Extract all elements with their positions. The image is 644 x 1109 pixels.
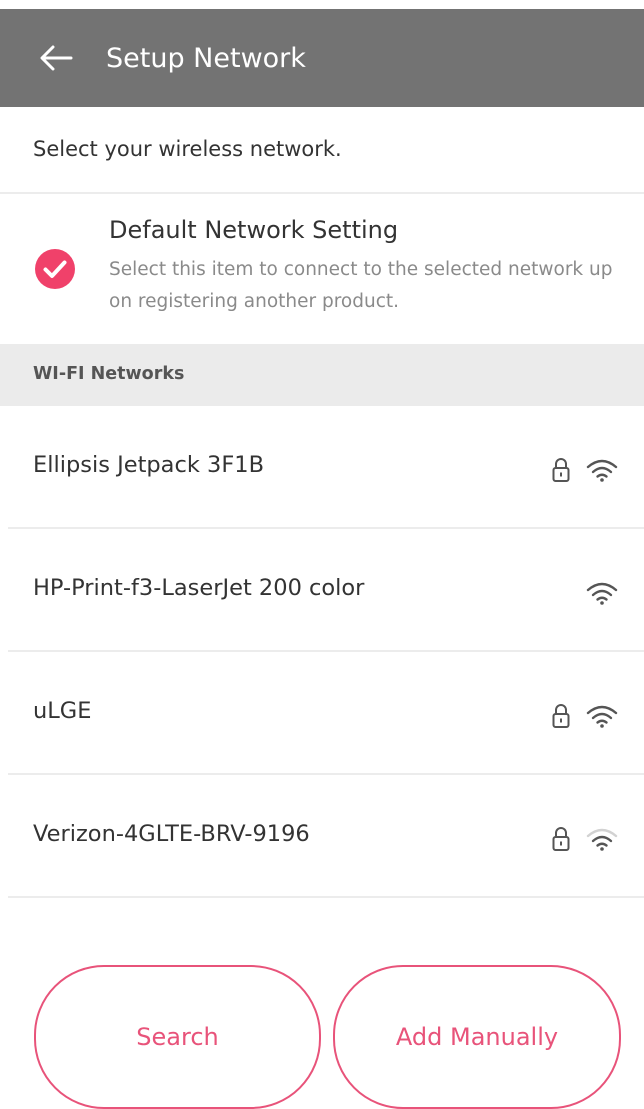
- search-button[interactable]: Search: [34, 965, 321, 1109]
- add-manually-button[interactable]: Add Manually: [333, 965, 621, 1109]
- network-row[interactable]: uLGE: [0, 652, 644, 775]
- default-network-setting[interactable]: Default Network Setting Select this item…: [0, 194, 644, 344]
- network-row[interactable]: HP-Print-f3-LaserJet 200 color: [0, 529, 644, 652]
- wifi-icon: [586, 705, 618, 728]
- status-bar-area: [0, 0, 644, 9]
- network-name: uLGE: [33, 698, 92, 724]
- lock-icon: [552, 704, 570, 728]
- default-setting-title: Default Network Setting: [109, 216, 399, 244]
- wifi-section-header: WI-FI Networks: [0, 344, 644, 406]
- wifi-icon: [586, 828, 618, 851]
- wifi-section-title: WI-FI Networks: [33, 364, 185, 384]
- back-button[interactable]: [30, 32, 82, 84]
- network-name: HP-Print-f3-LaserJet 200 color: [33, 575, 365, 601]
- lock-icon: [552, 827, 570, 851]
- intro-section: Select your wireless network.: [0, 107, 644, 194]
- arrow-left-icon: [40, 45, 73, 71]
- network-row[interactable]: Ellipsis Jetpack 3F1B: [0, 406, 644, 529]
- search-button-label: Search: [136, 1023, 219, 1051]
- add-manually-button-label: Add Manually: [395, 1023, 559, 1051]
- network-row[interactable]: Verizon-4GLTE-BRV-9196: [0, 775, 644, 898]
- default-setting-description: Select this item to connect to the selec…: [109, 259, 613, 312]
- app-bar: Setup Network: [0, 9, 644, 107]
- network-name: Verizon-4GLTE-BRV-9196: [33, 821, 310, 847]
- page-title: Setup Network: [106, 42, 306, 74]
- wifi-icon: [586, 459, 618, 482]
- network-name: Ellipsis Jetpack 3F1B: [33, 452, 265, 478]
- wifi-icon: [586, 582, 618, 605]
- check-circle-icon[interactable]: [35, 249, 75, 289]
- network-list: Ellipsis Jetpack 3F1B HP-Print-f3-LaserJ…: [0, 406, 644, 898]
- intro-text: Select your wireless network.: [33, 137, 342, 161]
- lock-icon: [552, 458, 570, 482]
